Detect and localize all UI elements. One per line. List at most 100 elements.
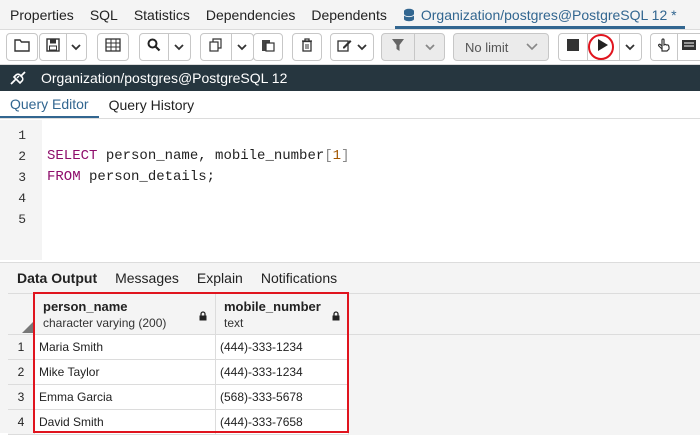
chevron-down-icon: [625, 38, 635, 56]
output-panel: Data Output Messages Explain Notificatio…: [0, 262, 700, 435]
output-tab-strip: Data Output Messages Explain Notificatio…: [0, 263, 700, 293]
row-filler: [349, 335, 700, 360]
cell-mobile-number[interactable]: (444)-333-7658: [216, 410, 349, 435]
tab-sql[interactable]: SQL: [82, 0, 126, 29]
cell-person-name[interactable]: Mike Taylor: [35, 360, 216, 385]
tab-label: Dependents: [311, 6, 387, 23]
find-options-dropdown[interactable]: [169, 34, 190, 60]
connection-plug-icon[interactable]: [3, 65, 33, 91]
chevron-down-icon: [357, 38, 367, 56]
delete-button[interactable]: [292, 33, 322, 61]
tab-properties[interactable]: Properties: [0, 0, 82, 29]
chevron-down-icon: [71, 38, 82, 56]
tab-data-output[interactable]: Data Output: [0, 270, 106, 286]
cell-mobile-number[interactable]: (444)-333-1234: [216, 360, 349, 385]
commit-button[interactable]: [651, 34, 677, 60]
stop-button[interactable]: [559, 34, 587, 60]
tab-statistics[interactable]: Statistics: [126, 0, 198, 29]
cell-person-name[interactable]: Emma Garcia: [35, 385, 216, 410]
row-number[interactable]: 2: [8, 360, 35, 385]
tab-label: Query Editor: [10, 95, 89, 112]
tab-label: Dependencies: [205, 6, 296, 23]
database-icon: [403, 8, 415, 22]
save-button[interactable]: [40, 34, 66, 60]
row-limit-value: No limit: [465, 39, 509, 55]
table-grid-icon: [105, 37, 121, 57]
tab-label: Properties: [10, 6, 74, 23]
column-type: character varying (200): [43, 316, 167, 330]
cell-mobile-number[interactable]: (444)-333-1234: [216, 335, 349, 360]
table-row: 1 Maria Smith (444)-333-1234: [8, 335, 700, 360]
code-line: FROM person_details;: [47, 169, 215, 185]
sql-bracket: [: [324, 148, 333, 164]
line-number: 1: [18, 128, 26, 143]
row-filler: [349, 410, 700, 435]
select-all-corner[interactable]: [8, 294, 35, 335]
row-number[interactable]: 3: [8, 385, 35, 410]
macros-button-group: [650, 33, 700, 61]
table-row: 2 Mike Taylor (444)-333-1234: [8, 360, 700, 385]
query-toolbar: No limit: [0, 30, 700, 65]
sql-editor[interactable]: 1 2 3 4 5 SELECT person_name, mobile_num…: [0, 120, 700, 260]
connection-title-bar: Organization/postgres@PostgreSQL 12: [0, 65, 700, 91]
line-number: 2: [18, 149, 26, 164]
sql-text: person_details;: [80, 169, 216, 185]
cell-person-name[interactable]: Maria Smith: [35, 335, 216, 360]
sql-keyword: SELECT: [47, 148, 98, 164]
row-number[interactable]: 4: [8, 410, 35, 435]
lock-icon: [332, 308, 340, 326]
stop-icon: [567, 38, 580, 56]
chevron-down-icon: [526, 38, 538, 56]
connection-title: Organization/postgres@PostgreSQL 12: [41, 70, 288, 86]
chevron-down-icon: [425, 38, 435, 56]
row-limit-select[interactable]: No limit: [453, 33, 549, 61]
pencil-square-icon: [337, 38, 353, 57]
filter-options-dropdown[interactable]: [415, 34, 444, 60]
execute-options-dropdown[interactable]: [620, 34, 641, 60]
tab-notifications[interactable]: Notifications: [252, 270, 346, 286]
sql-keyword: FROM: [47, 169, 81, 185]
edit-grid-button[interactable]: [97, 33, 129, 61]
filter-icon: [391, 38, 405, 57]
column-header-person-name[interactable]: person_name character varying (200): [35, 294, 216, 335]
tab-dependents[interactable]: Dependents: [303, 0, 395, 29]
edit-button[interactable]: [330, 33, 374, 61]
trash-icon: [301, 37, 313, 57]
filter-button[interactable]: [382, 34, 414, 60]
find-button-group: [139, 33, 191, 61]
tab-label: Organization/postgres@PostgreSQL 12 *: [420, 6, 677, 23]
column-header-mobile-number[interactable]: mobile_number text: [216, 294, 349, 335]
cell-person-name[interactable]: David Smith: [35, 410, 216, 435]
save-button-group: [39, 33, 87, 61]
open-file-button[interactable]: [6, 33, 38, 61]
tab-explain[interactable]: Explain: [188, 270, 252, 286]
code-line: SELECT person_name, mobile_number[1]: [47, 148, 349, 164]
chevron-down-icon: [237, 38, 248, 56]
cell-mobile-number[interactable]: (568)-333-5678: [216, 385, 349, 410]
row-filler: [349, 385, 700, 410]
query-tab-strip: Query Editor Query History: [0, 91, 700, 119]
search-icon: [147, 38, 161, 57]
tab-dependencies[interactable]: Dependencies: [198, 0, 304, 29]
execute-button[interactable]: [588, 34, 618, 60]
tab-query-editor[interactable]: Query Editor: [0, 91, 99, 118]
keyboard-button[interactable]: [678, 34, 700, 60]
header-filler: [349, 294, 700, 335]
save-options-dropdown[interactable]: [67, 34, 86, 60]
table-row: 4 David Smith (444)-333-7658: [8, 410, 700, 435]
table-row: 3 Emma Garcia (568)-333-5678: [8, 385, 700, 410]
line-number: 4: [18, 191, 26, 206]
copy-button-group: [200, 33, 254, 61]
filter-button-group: [381, 33, 445, 61]
find-button[interactable]: [140, 34, 168, 60]
paste-button[interactable]: [253, 33, 283, 61]
tab-messages[interactable]: Messages: [106, 270, 188, 286]
row-number[interactable]: 1: [8, 335, 35, 360]
tab-query-tool[interactable]: Organization/postgres@PostgreSQL 12 *: [394, 0, 685, 29]
tab-label: SQL: [89, 6, 118, 23]
copy-options-dropdown[interactable]: [232, 34, 253, 60]
row-filler: [349, 360, 700, 385]
column-type: text: [224, 316, 244, 330]
tab-query-history[interactable]: Query History: [99, 91, 205, 118]
copy-button[interactable]: [201, 34, 231, 60]
